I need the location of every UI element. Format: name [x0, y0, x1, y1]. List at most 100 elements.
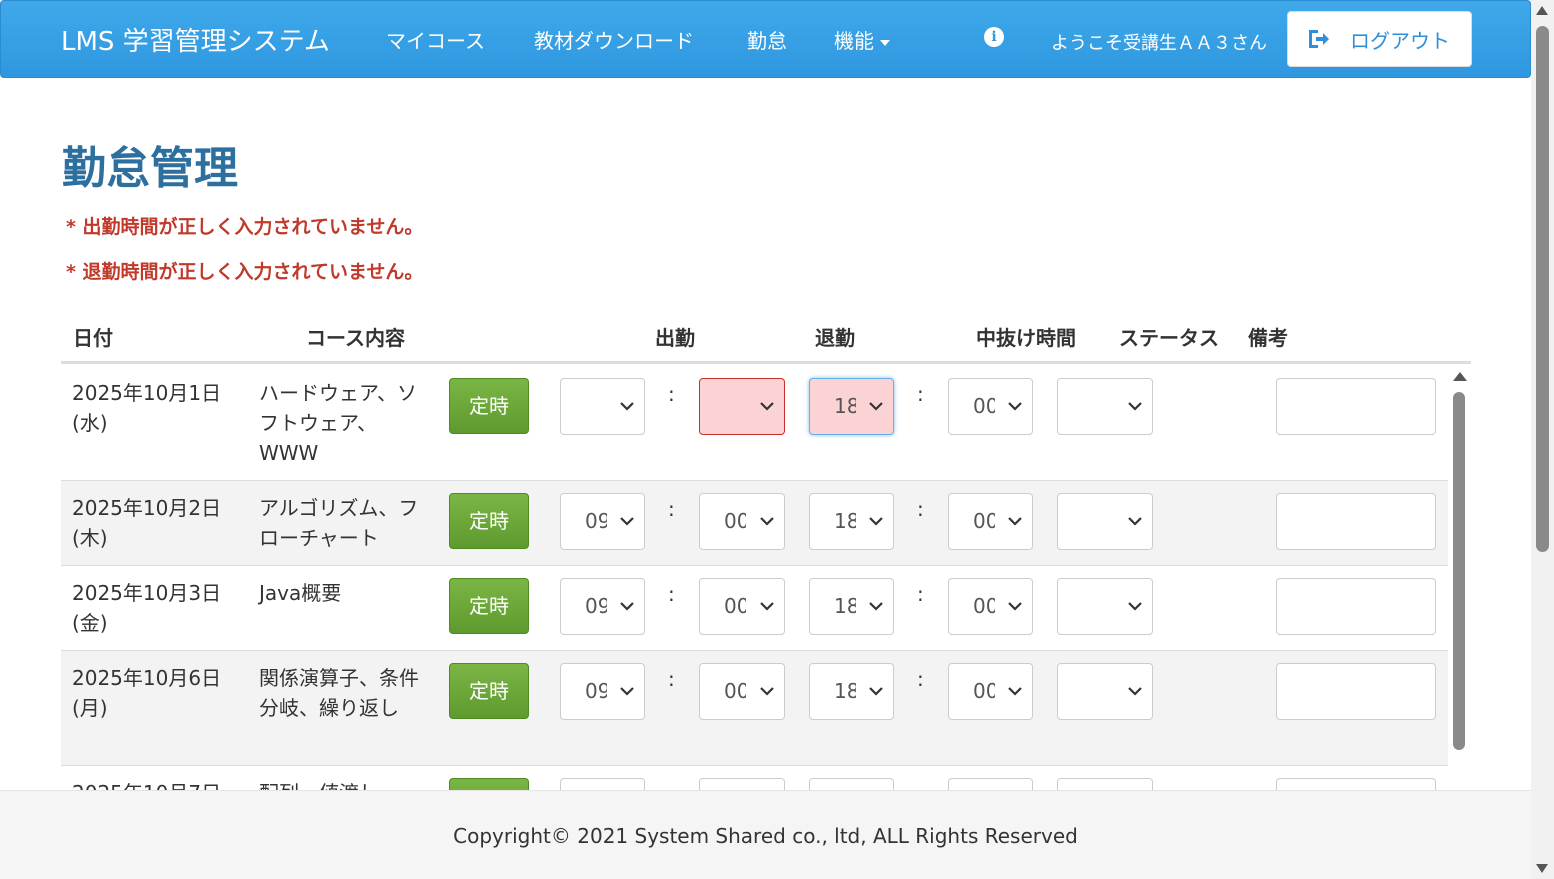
nav-my-course[interactable]: マイコース — [386, 25, 485, 54]
table-scrollbar[interactable] — [1452, 366, 1467, 790]
info-icon[interactable]: i — [984, 27, 1004, 47]
table-scroll-thumb[interactable] — [1453, 392, 1465, 750]
end-minute-select[interactable]: 00 — [948, 663, 1033, 720]
chevron-down-icon — [620, 402, 634, 411]
header-status: ステータス — [1119, 326, 1219, 350]
select-value: 00 — [973, 594, 995, 618]
header-memo: 備考 — [1248, 326, 1288, 350]
welcome-text: ようこそ受講生ＡＡ３さん — [1051, 33, 1267, 54]
memo-input[interactable] — [1276, 778, 1436, 790]
scroll-up-icon[interactable] — [1453, 372, 1467, 381]
date-text: 2025年10月7日 — [72, 778, 221, 790]
start-hour-select[interactable]: 09 — [560, 663, 645, 720]
start-hour-select[interactable] — [560, 378, 645, 435]
chevron-down-icon — [869, 687, 883, 696]
weekday-text: (木) — [72, 526, 108, 550]
page-scroll-down-icon[interactable] — [1536, 864, 1548, 873]
start-hour-select[interactable]: 09 — [560, 578, 645, 635]
header-date: 日付 — [73, 326, 113, 350]
select-value: 00 — [973, 394, 995, 418]
course-cell: 関係演算子、条件分岐、繰り返し — [259, 666, 419, 720]
chevron-down-icon — [869, 602, 883, 611]
table-row: 2025年10月2日 (木) アルゴリズム、フローチャート定時 09: 00 18: 00 — [61, 481, 1448, 566]
page-scroll-up-icon[interactable] — [1536, 6, 1548, 15]
memo-input[interactable] — [1276, 378, 1436, 435]
end-minute-select[interactable] — [948, 778, 1033, 790]
header-course: コース内容 — [306, 326, 405, 350]
date-text: 2025年10月2日 — [72, 496, 222, 520]
table-row: 2025年10月1日 (水) ハードウェア、ソフトウェア、WWW 定時: 18: 00 — [61, 366, 1448, 481]
select-value: 09 — [585, 594, 607, 618]
start-hour-select[interactable] — [560, 778, 645, 790]
start-hour-select[interactable]: 09 — [560, 493, 645, 550]
end-hour-select[interactable]: 18 — [809, 493, 894, 550]
brand-link[interactable]: LMS 学習管理システム — [61, 21, 330, 58]
fixed-time-button[interactable]: 定時 — [449, 663, 529, 719]
break-time-select[interactable] — [1057, 493, 1153, 550]
select-value: 09 — [585, 679, 607, 703]
caret-down-icon — [880, 39, 890, 46]
chevron-down-icon — [1128, 517, 1142, 526]
page-scroll-thumb[interactable] — [1536, 26, 1549, 552]
end-hour-select[interactable] — [809, 778, 894, 790]
date-cell: 2025年10月7日(火) — [72, 778, 221, 790]
header-end: 退勤 — [815, 326, 855, 350]
select-value: 09 — [585, 509, 607, 533]
nav-features-dropdown[interactable]: 機能 — [834, 25, 890, 54]
table-header: 日付 コース内容 出勤 退勤 中抜け時間 ステータス 備考 — [61, 320, 1471, 364]
end-hour-select[interactable]: 18 — [809, 378, 894, 435]
memo-input[interactable] — [1276, 663, 1436, 720]
end-hour-select[interactable]: 18 — [809, 578, 894, 635]
start-minute-select[interactable] — [699, 778, 785, 790]
nav-material-download[interactable]: 教材ダウンロード — [534, 25, 694, 54]
break-time-select[interactable] — [1057, 778, 1153, 790]
end-hour-select[interactable]: 18 — [809, 663, 894, 720]
weekday-text: (金) — [72, 611, 108, 635]
chevron-down-icon — [760, 402, 774, 411]
chevron-down-icon — [1008, 602, 1022, 611]
time-separator: : — [917, 782, 924, 790]
date-text: 2025年10月1日 — [72, 381, 222, 405]
weekday-text: (水) — [72, 411, 108, 435]
memo-input[interactable] — [1276, 578, 1436, 635]
attendance-table-body[interactable]: 2025年10月1日(水)ハードウェア、ソフトウェア、WWW定時:18:0020… — [61, 366, 1471, 790]
date-cell: 2025年10月3日 (金) — [72, 578, 221, 638]
fixed-time-button[interactable]: 定時 — [449, 778, 529, 790]
chevron-down-icon — [1008, 517, 1022, 526]
course-cell: 配列、値渡し — [259, 778, 419, 790]
start-minute-select[interactable]: 00 — [699, 663, 785, 720]
start-minute-select[interactable]: 00 — [699, 578, 785, 635]
table-row: 2025年10月7日(火) 配列、値渡し 定時:: — [61, 766, 1448, 790]
chevron-down-icon — [1128, 602, 1142, 611]
logout-icon — [1309, 30, 1329, 48]
select-value: 18 — [834, 394, 856, 418]
start-minute-select[interactable]: 00 — [699, 493, 785, 550]
time-separator: : — [668, 382, 675, 406]
fixed-time-button[interactable]: 定時 — [449, 578, 529, 634]
fixed-time-button[interactable]: 定時 — [449, 493, 529, 549]
chevron-down-icon — [1008, 687, 1022, 696]
break-time-select[interactable] — [1057, 578, 1153, 635]
end-minute-select[interactable]: 00 — [948, 578, 1033, 635]
course-cell: アルゴリズム、フローチャート — [259, 496, 419, 550]
chevron-down-icon — [760, 517, 774, 526]
end-minute-select[interactable]: 00 — [948, 493, 1033, 550]
memo-input[interactable] — [1276, 493, 1436, 550]
time-separator: : — [917, 382, 924, 406]
page-scrollbar[interactable] — [1531, 0, 1554, 879]
chevron-down-icon — [620, 687, 634, 696]
logout-button[interactable]: ログアウト — [1287, 11, 1472, 67]
fixed-time-button[interactable]: 定時 — [449, 378, 529, 434]
select-value: 18 — [834, 509, 856, 533]
error-message-start: * 出勤時間が正しく入力されていません。 — [66, 216, 424, 238]
start-minute-select[interactable] — [699, 378, 785, 435]
nav-attendance[interactable]: 勤怠 — [747, 25, 787, 54]
logout-label: ログアウト — [1350, 28, 1450, 53]
top-navbar: LMS 学習管理システム マイコース 教材ダウンロード 勤怠 機能 i ようこそ… — [0, 0, 1531, 78]
time-separator: : — [917, 582, 924, 606]
chevron-down-icon — [1008, 402, 1022, 411]
break-time-select[interactable] — [1057, 663, 1153, 720]
select-value: 00 — [973, 509, 995, 533]
break-time-select[interactable] — [1057, 378, 1153, 435]
end-minute-select[interactable]: 00 — [948, 378, 1033, 435]
